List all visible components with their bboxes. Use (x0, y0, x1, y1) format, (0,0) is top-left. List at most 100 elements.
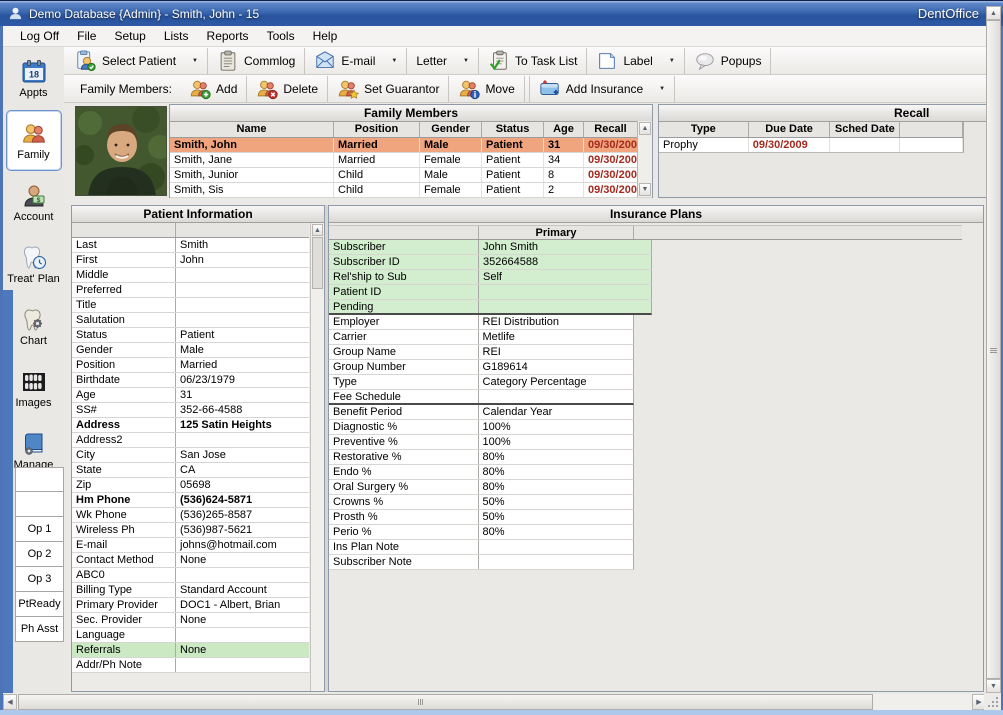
insurance-row[interactable]: CarrierMetlife (329, 330, 634, 345)
menu-item-file[interactable]: File (68, 26, 105, 46)
insurance-row[interactable]: Endo %80% (329, 465, 634, 480)
scrollbar-thumb[interactable] (986, 20, 1001, 679)
column-header-type[interactable]: Type (659, 122, 749, 137)
op-button-ptready[interactable]: PtReady (15, 592, 64, 617)
table-row[interactable]: Prophy09/30/2009 (659, 138, 964, 153)
insurance-row[interactable]: SubscriberJohn Smith (329, 240, 652, 255)
patient-info-row[interactable]: CitySan Jose (72, 448, 309, 463)
move-button[interactable]: Move (451, 77, 521, 101)
sidebar-item-appts[interactable]: 18Appts (6, 48, 62, 109)
column-header-recall-due[interactable]: Recall Due (584, 122, 638, 137)
insurance-row[interactable]: Oral Surgery %80% (329, 480, 634, 495)
patient-info-row[interactable]: StatusPatient (72, 328, 309, 343)
insurance-row[interactable]: Perio %80% (329, 525, 634, 540)
op-button-op-1[interactable]: Op 1 (15, 517, 64, 542)
patient-info-row[interactable]: Primary ProviderDOC1 - Albert, Brian (72, 598, 309, 613)
insurance-row[interactable]: Group NameREI (329, 345, 634, 360)
insurance-row[interactable]: Benefit PeriodCalendar Year (329, 405, 634, 420)
scroll-up-icon[interactable]: ▲ (312, 224, 323, 236)
op-button-op-2[interactable]: Op 2 (15, 542, 64, 567)
op-button-ph-asst[interactable]: Ph Asst (15, 617, 64, 642)
patient-info-row[interactable]: Age31 (72, 388, 309, 403)
patient-info-row[interactable]: Addr/Ph Note (72, 658, 309, 673)
insurance-row[interactable]: Rel'ship to SubSelf (329, 270, 652, 285)
column-header-position[interactable]: Position (334, 122, 420, 137)
sidebar-item-chart[interactable]: Chart (6, 296, 62, 357)
add-insurance-button[interactable]: Add Insurance▼ (532, 77, 672, 101)
patient-info-row[interactable]: StateCA (72, 463, 309, 478)
insurance-row[interactable]: Prosth %50% (329, 510, 634, 525)
column-header-age[interactable]: Age (544, 122, 584, 137)
select-patient-button[interactable]: Select Patient▼ (68, 49, 205, 73)
dropdown-arrow-icon[interactable]: ▼ (653, 86, 665, 92)
letter-button[interactable]: Letter▼ (409, 49, 476, 73)
table-row[interactable]: Smith, JaneMarriedFemalePatient3409/30/2… (170, 153, 652, 168)
insurance-row[interactable]: Subscriber Note (329, 555, 634, 570)
dropdown-arrow-icon[interactable]: ▼ (663, 58, 675, 64)
table-row[interactable]: Smith, JohnMarriedMalePatient3109/30/200… (170, 138, 652, 153)
patient-info-row[interactable]: Billing TypeStandard Account (72, 583, 309, 598)
family-grid-scrollbar[interactable]: ▲ ▼ (637, 121, 652, 197)
label-button[interactable]: Label▼ (589, 49, 681, 73)
patient-info-row[interactable]: Wireless Ph(536)987-5621 (72, 523, 309, 538)
patient-info-row[interactable]: E-mailjohns@hotmail.com (72, 538, 309, 553)
insurance-row[interactable]: Ins Plan Note (329, 540, 634, 555)
insurance-row[interactable]: Group NumberG189614 (329, 360, 634, 375)
e-mail-button[interactable]: E-mail▼ (307, 49, 404, 73)
insurance-row[interactable]: Diagnostic %100% (329, 420, 634, 435)
insurance-row[interactable]: Crowns %50% (329, 495, 634, 510)
insurance-row[interactable]: Fee Schedule (329, 390, 634, 405)
column-header-name[interactable]: Name (170, 122, 334, 137)
op-slot-empty[interactable] (15, 467, 64, 492)
patient-info-row[interactable]: SS#352-66-4588 (72, 403, 309, 418)
patient-info-row[interactable]: Preferred (72, 283, 309, 298)
set-guarantor-button[interactable]: Set Guarantor (330, 77, 446, 101)
window-horizontal-scrollbar[interactable]: ◀ ▶ (3, 694, 986, 710)
patient-info-row[interactable]: FirstJohn (72, 253, 309, 268)
op-button-op-3[interactable]: Op 3 (15, 567, 64, 592)
dropdown-arrow-icon[interactable]: ▼ (186, 58, 198, 64)
patient-info-row[interactable]: Hm Phone(536)624-5871 (72, 493, 309, 508)
insurance-row[interactable]: TypeCategory Percentage (329, 375, 634, 390)
insurance-row[interactable]: Restorative %80% (329, 450, 634, 465)
patient-info-row[interactable]: ABC0 (72, 568, 309, 583)
menu-item-tools[interactable]: Tools (258, 26, 304, 46)
menu-item-log-off[interactable]: Log Off (11, 26, 68, 46)
menu-item-help[interactable]: Help (304, 26, 347, 46)
insurance-row[interactable]: Pending (329, 300, 652, 315)
scroll-down-icon[interactable]: ▼ (986, 679, 1001, 693)
patient-info-row[interactable]: Wk Phone(536)265-8587 (72, 508, 309, 523)
insurance-row[interactable]: EmployerREI Distribution (329, 315, 634, 330)
patient-info-row[interactable]: Salutation (72, 313, 309, 328)
sidebar-item-family[interactable]: Family (6, 110, 62, 171)
scroll-up-icon[interactable]: ▲ (639, 122, 651, 135)
patient-info-row[interactable]: Language (72, 628, 309, 643)
window-vertical-scrollbar[interactable]: ▲ ▼ (986, 6, 1001, 693)
patient-info-row[interactable]: Contact MethodNone (72, 553, 309, 568)
insurance-row[interactable]: Patient ID (329, 285, 652, 300)
menu-item-lists[interactable]: Lists (155, 26, 198, 46)
menu-item-reports[interactable]: Reports (198, 26, 258, 46)
sidebar-item-account[interactable]: $Account (6, 172, 62, 233)
popups-button[interactable]: Popups (687, 49, 769, 73)
column-header-sched-date[interactable]: Sched Date (830, 122, 900, 137)
delete-button[interactable]: Delete (249, 77, 325, 101)
sidebar-item-images[interactable]: Images (6, 358, 62, 419)
column-header-due-date[interactable]: Due Date (749, 122, 831, 137)
scroll-down-icon[interactable]: ▼ (639, 183, 651, 196)
patient-info-row[interactable]: Title (72, 298, 309, 313)
patient-info-row[interactable]: LastSmith (72, 238, 309, 253)
dropdown-arrow-icon[interactable]: ▼ (385, 58, 397, 64)
op-slot-empty[interactable] (15, 492, 64, 517)
scroll-up-icon[interactable]: ▲ (986, 6, 1001, 20)
patient-info-row[interactable]: Middle (72, 268, 309, 283)
column-header-blank[interactable] (900, 122, 963, 137)
insurance-row[interactable]: Preventive %100% (329, 435, 634, 450)
commlog-button[interactable]: Commlog (210, 49, 302, 73)
scroll-left-icon[interactable]: ◀ (3, 694, 17, 710)
patient-info-scrollbar[interactable]: ▲ (310, 223, 324, 691)
resize-grip[interactable] (984, 694, 1001, 710)
column-header-gender[interactable]: Gender (420, 122, 482, 137)
patient-info-row[interactable]: GenderMale (72, 343, 309, 358)
patient-info-row[interactable]: Zip05698 (72, 478, 309, 493)
